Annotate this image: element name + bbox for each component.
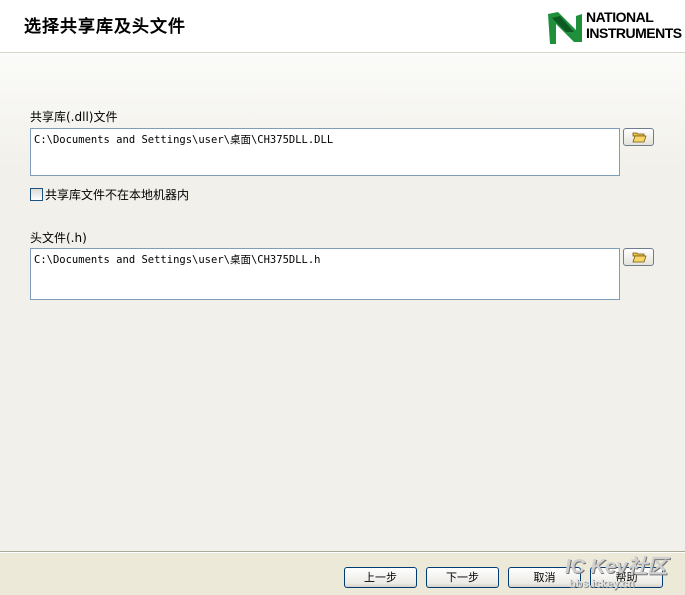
remote-library-checkbox-label[interactable]: 共享库文件不在本地机器内 [45, 186, 189, 203]
shared-library-path-field[interactable]: C:\Documents and Settings\user\桌面\CH375D… [30, 128, 620, 176]
browse-shared-library-button[interactable] [623, 128, 654, 146]
back-button[interactable]: 上一步 [344, 567, 417, 588]
wizard-header: 选择共享库及头文件 NATIONAL INSTRUMENTS [0, 0, 685, 53]
logo-line-instruments: INSTRUMENTS [586, 25, 682, 41]
header-file-label: 头文件(.h) [30, 231, 87, 245]
cancel-button[interactable]: 取消 [508, 567, 581, 588]
browse-header-file-button[interactable] [623, 248, 654, 266]
help-button[interactable]: 帮助 [590, 567, 663, 588]
folder-open-icon [632, 132, 647, 143]
next-button[interactable]: 下一步 [426, 567, 499, 588]
header-file-path-field[interactable]: C:\Documents and Settings\user\桌面\CH375D… [30, 248, 620, 300]
logo-line-national: NATIONAL [586, 9, 654, 25]
folder-open-icon [632, 252, 647, 263]
national-instruments-logo: NATIONAL INSTRUMENTS [546, 8, 685, 48]
wizard-footer: 上一步 下一步 取消 帮助 [0, 553, 685, 595]
shared-library-label: 共享库(.dll)文件 [30, 110, 118, 124]
page-title: 选择共享库及头文件 [24, 17, 186, 37]
remote-library-checkbox[interactable] [30, 188, 43, 201]
ni-eagle-icon [548, 12, 582, 44]
